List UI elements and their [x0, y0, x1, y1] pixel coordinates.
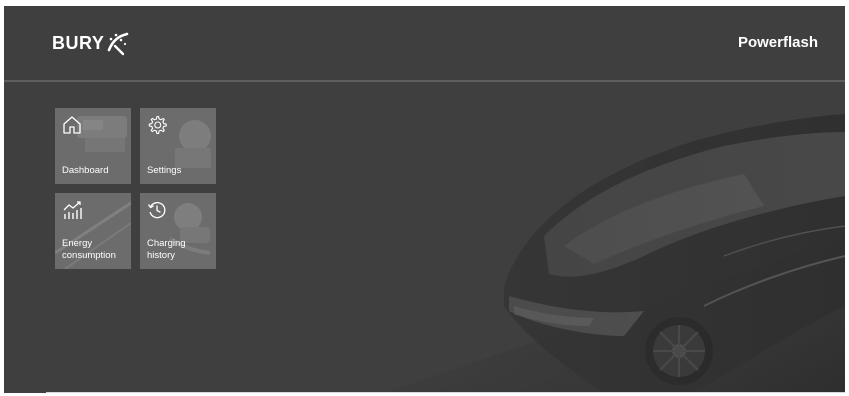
- app-header: BURY Powerflash: [4, 6, 845, 80]
- app-title: Powerflash: [737, 34, 818, 51]
- energy-consumption-tile[interactable]: Energy consumption: [55, 193, 131, 269]
- bottom-scrollbar[interactable]: [46, 392, 845, 393]
- settings-tile-label: Settings: [147, 165, 182, 176]
- dashboard-tile[interactable]: Dashboard: [55, 108, 131, 184]
- settings-tile[interactable]: Settings: [140, 108, 216, 184]
- header-divider: [4, 80, 845, 82]
- logo-signal-icon: [108, 32, 129, 56]
- charging-history-tile-label: Charging history: [147, 238, 186, 261]
- logo-text: BURY: [52, 33, 105, 53]
- energy-chart-icon: [63, 201, 82, 219]
- energy-consumption-tile-label: Energy consumption: [62, 238, 116, 261]
- home-icon: [63, 116, 81, 134]
- app-window: BURY Powerflash Dashboard Settings Energ…: [4, 6, 845, 393]
- dashboard-tile-label: Dashboard: [62, 165, 109, 176]
- charging-history-tile[interactable]: Charging history: [140, 193, 216, 269]
- history-clock-icon: [147, 201, 166, 219]
- gear-icon: [148, 115, 167, 135]
- brand-logo: BURY: [52, 30, 129, 56]
